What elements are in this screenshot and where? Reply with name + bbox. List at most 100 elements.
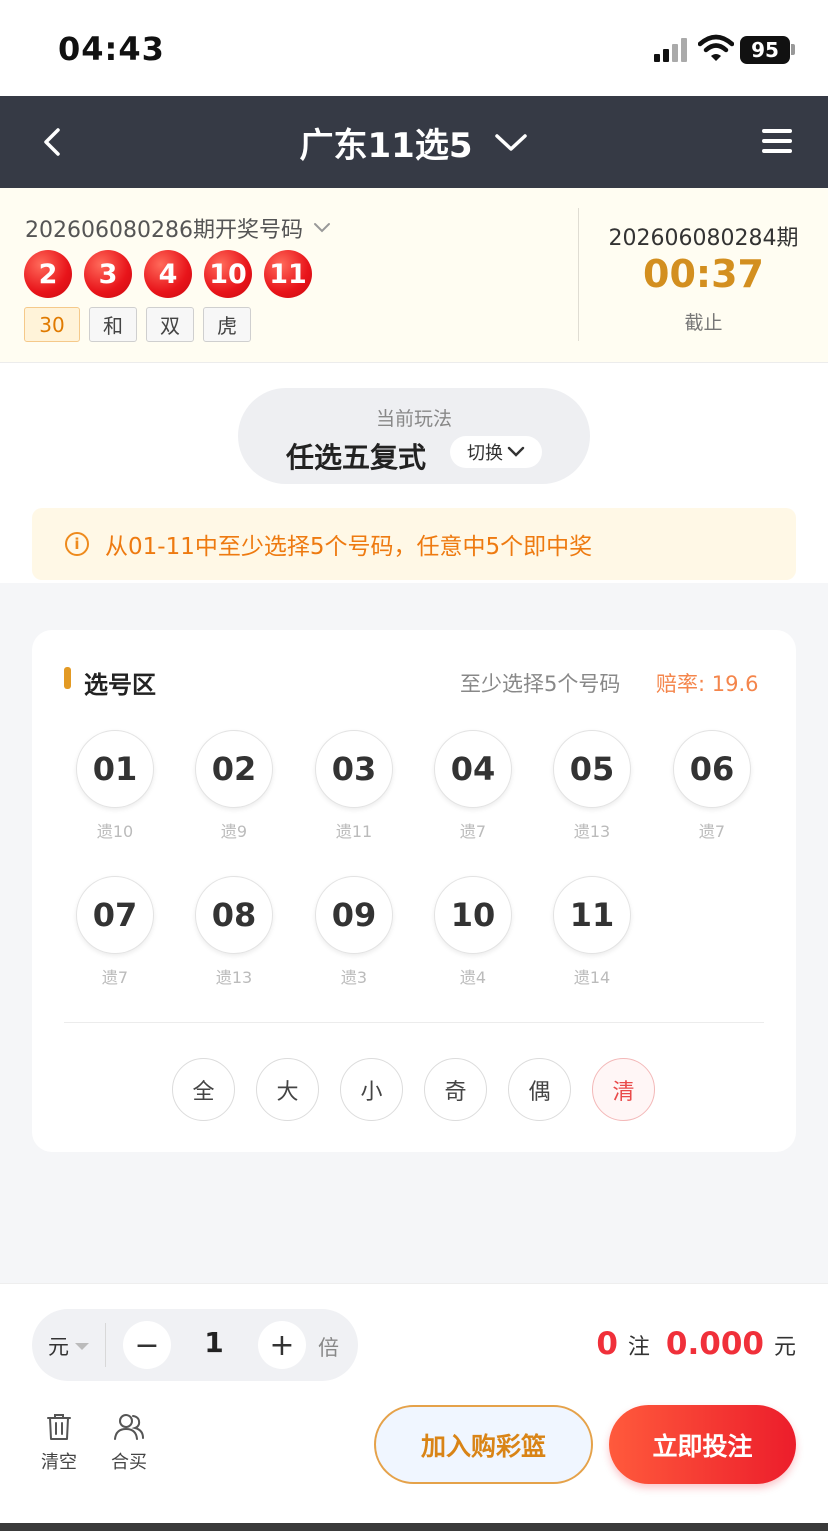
- group-buy-button[interactable]: 合买: [97, 1412, 161, 1474]
- title-accent-bar: [64, 667, 71, 689]
- play-type-switcher[interactable]: 当前玩法 任选五复式 切换: [238, 388, 590, 484]
- number-cell: 03 遗11: [314, 730, 394, 842]
- number-ball[interactable]: 11: [553, 876, 631, 954]
- select-small-button[interactable]: 小: [340, 1058, 403, 1121]
- clear-selection-button[interactable]: 清: [592, 1058, 655, 1121]
- number-ball[interactable]: 05: [553, 730, 631, 808]
- divider: [105, 1323, 106, 1367]
- chevron-down-icon: [495, 134, 528, 151]
- miss-count: 遗13: [573, 822, 611, 841]
- deadline-label: 截止: [684, 312, 723, 334]
- caret-down-icon: [75, 1342, 89, 1350]
- add-to-cart-button[interactable]: 加入购彩篮: [374, 1405, 593, 1484]
- number-cell: 09 遗3: [314, 876, 394, 988]
- draw-ball: 10: [204, 250, 252, 298]
- odds-label: 赔率: 19.6: [656, 672, 759, 696]
- page-title: 广东11选5: [299, 125, 473, 166]
- miss-count: 遗7: [698, 822, 726, 841]
- number-ball[interactable]: 06: [673, 730, 751, 808]
- draw-tags: 30 和 双 虎: [24, 307, 251, 342]
- unit-selector[interactable]: 元: [48, 1331, 89, 1361]
- status-time: 04:43: [58, 30, 165, 68]
- draw-issue-label: 202606080286期开奖号码: [25, 218, 303, 243]
- number-cell: 06 遗7: [672, 730, 752, 842]
- number-cell: 07 遗7: [75, 876, 155, 988]
- number-ball[interactable]: 01: [76, 730, 154, 808]
- number-ball[interactable]: 03: [315, 730, 393, 808]
- bet-amount: 0.000: [665, 1326, 764, 1362]
- current-issue: 202606080284期: [608, 226, 799, 251]
- bet-count-unit: 注: [627, 1335, 650, 1360]
- menu-icon[interactable]: [762, 126, 794, 156]
- result-tag: 和: [89, 307, 137, 342]
- number-selection-card: 选号区 至少选择5个号码 赔率: 19.6 01 遗10 02 遗9 03 遗1…: [32, 630, 796, 1152]
- miss-count: 遗14: [573, 968, 611, 987]
- draw-issue-selector[interactable]: 202606080286期开奖号码: [25, 212, 331, 244]
- bet-count: 0: [596, 1326, 618, 1362]
- play-name: 任选五复式: [286, 441, 427, 474]
- home-indicator: [0, 1523, 828, 1531]
- clear-all-button[interactable]: 清空: [27, 1412, 91, 1474]
- switch-button[interactable]: 切换: [450, 436, 542, 468]
- number-ball[interactable]: 09: [315, 876, 393, 954]
- draw-ball: 3: [84, 250, 132, 298]
- draw-ball: 4: [144, 250, 192, 298]
- number-cell: 11 遗14: [552, 876, 632, 988]
- chevron-down-icon: [507, 446, 525, 457]
- status-bar: 04:43 95: [0, 0, 828, 96]
- divider: [64, 1022, 764, 1023]
- wifi-icon: [698, 34, 734, 61]
- times-label: 倍: [318, 1336, 339, 1360]
- quick-select-row: 全 大 小 奇 偶 清: [172, 1058, 655, 1121]
- lottery-selector[interactable]: 广东11选5: [0, 96, 828, 188]
- multiplier-stepper: 元 − 1 + 倍: [32, 1309, 358, 1381]
- miss-count: 遗10: [96, 822, 134, 841]
- battery-indicator: 95: [740, 36, 790, 64]
- group-users-icon: [114, 1414, 144, 1440]
- miss-count: 遗7: [459, 822, 487, 841]
- sum-tag: 30: [24, 307, 80, 342]
- number-cell: 02 遗9: [194, 730, 274, 842]
- number-ball[interactable]: 07: [76, 876, 154, 954]
- switch-label: 切换: [467, 443, 503, 464]
- unit-label: 元: [48, 1335, 69, 1359]
- info-icon: i: [65, 532, 89, 556]
- number-ball[interactable]: 10: [434, 876, 512, 954]
- selection-hint: 至少选择5个号码: [460, 672, 621, 696]
- decrease-button[interactable]: −: [123, 1321, 171, 1369]
- play-caption: 当前玩法: [375, 408, 452, 430]
- countdown-timer: 00:37: [643, 252, 764, 296]
- number-ball[interactable]: 02: [195, 730, 273, 808]
- result-tag: 双: [146, 307, 194, 342]
- miss-count: 遗7: [101, 968, 129, 987]
- bet-amount-unit: 元: [773, 1335, 796, 1360]
- number-cell: 04 遗7: [433, 730, 513, 842]
- bottom-bet-panel: 元 − 1 + 倍 0 注 0.000 元 清空 合买 加入购彩篮 立即投注: [0, 1283, 828, 1531]
- number-ball[interactable]: 08: [195, 876, 273, 954]
- miss-count: 遗13: [215, 968, 253, 987]
- increase-button[interactable]: +: [258, 1321, 306, 1369]
- draw-result-panel: 202606080286期开奖号码 2 3 4 10 11 30 和 双 虎 2…: [0, 188, 828, 363]
- draw-ball: 2: [24, 250, 72, 298]
- miss-count: 遗9: [220, 822, 248, 841]
- number-ball[interactable]: 04: [434, 730, 512, 808]
- select-odd-button[interactable]: 奇: [424, 1058, 487, 1121]
- nav-bar: 广东11选5: [0, 96, 828, 188]
- cellular-signal-icon: [654, 38, 690, 62]
- trash-icon: [47, 1414, 71, 1440]
- miss-count: 遗3: [340, 968, 368, 987]
- miss-count: 遗4: [459, 968, 487, 987]
- select-even-button[interactable]: 偶: [508, 1058, 571, 1121]
- bet-summary: 0 注 0.000 元: [596, 1326, 796, 1362]
- miss-count: 遗11: [335, 822, 373, 841]
- multiplier-value[interactable]: 1: [182, 1326, 246, 1359]
- group-buy-label: 合买: [111, 1452, 147, 1473]
- number-cell: 08 遗13: [194, 876, 274, 988]
- select-big-button[interactable]: 大: [256, 1058, 319, 1121]
- number-cell: 05 遗13: [552, 730, 632, 842]
- select-all-button[interactable]: 全: [172, 1058, 235, 1121]
- number-cell: 10 遗4: [433, 876, 513, 988]
- result-tag: 虎: [203, 307, 251, 342]
- draw-ball: 11: [264, 250, 312, 298]
- place-bet-button[interactable]: 立即投注: [609, 1405, 796, 1484]
